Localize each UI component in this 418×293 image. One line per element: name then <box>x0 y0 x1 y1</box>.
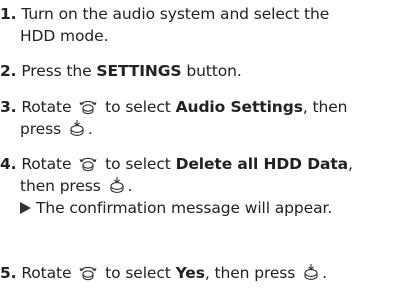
audio-settings-label: Audio Settings <box>175 98 303 116</box>
step-5: 5. Rotate to select Yes, then press . <box>0 262 418 284</box>
step-4: 4. Rotate to select Delete all HDD Data,… <box>0 153 418 219</box>
step-text: to select <box>105 98 171 116</box>
interface-dial-rotate-icon <box>78 154 98 172</box>
step-text: Rotate <box>21 155 72 173</box>
step-text-end: . <box>87 120 93 138</box>
step-text: to select <box>105 264 171 282</box>
step-text-end: button. <box>181 62 242 80</box>
step-3: 3. Rotate to select Audio Settings, then… <box>0 96 418 140</box>
settings-button-label: SETTINGS <box>96 62 182 80</box>
step-number: 5. <box>0 264 17 282</box>
step-1: 1. Turn on the audio system and select t… <box>0 3 418 47</box>
result-arrow-icon <box>20 202 31 214</box>
step-2: 2. Press the SETTINGS button. <box>0 60 418 82</box>
delete-all-hdd-data-label: Delete all HDD Data <box>175 155 349 173</box>
yes-label: Yes <box>175 264 205 282</box>
step-number: 4. <box>0 155 17 173</box>
interface-dial-press-icon <box>302 263 320 281</box>
step-text: , then <box>302 98 348 116</box>
step-text: , then press <box>204 264 296 282</box>
step-text: Rotate <box>21 98 72 116</box>
step-number: 3. <box>0 98 17 116</box>
step-number: 1. <box>0 5 17 23</box>
interface-dial-rotate-icon <box>78 263 98 281</box>
step-text: Press the <box>21 62 97 80</box>
interface-dial-rotate-icon <box>78 97 98 115</box>
interface-dial-press-icon <box>68 119 86 137</box>
step-text: press <box>20 120 62 138</box>
step-text-end: . <box>127 177 133 195</box>
interface-dial-press-icon <box>108 176 126 194</box>
step-result: The confirmation message will appear. <box>0 197 418 219</box>
step-text-continued: HDD mode. <box>20 27 109 45</box>
step-text: then press <box>20 177 101 195</box>
step-number: 2. <box>0 62 17 80</box>
step-text-end: . <box>322 264 327 282</box>
step-text: Turn on the audio system and select the <box>21 5 330 23</box>
step-text: to select <box>105 155 171 173</box>
step-text: , <box>348 155 353 173</box>
result-text: The confirmation message will appear. <box>36 199 333 217</box>
step-text: Rotate <box>21 264 72 282</box>
